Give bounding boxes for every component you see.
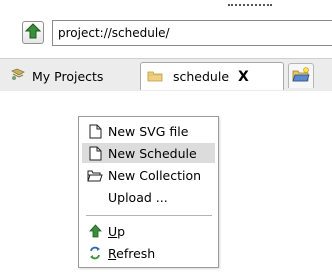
menu-item-upload[interactable]: Upload ... <box>82 187 215 207</box>
menu-separator <box>86 215 212 216</box>
refresh-icon <box>87 245 103 261</box>
label-rest: p <box>117 223 126 239</box>
go-up-button[interactable] <box>22 21 44 44</box>
document-icon <box>87 123 103 139</box>
projects-icon <box>10 68 26 85</box>
tab-schedule-label: schedule <box>173 69 230 84</box>
document-icon <box>87 145 103 161</box>
tab-my-projects[interactable]: My Projects <box>6 64 140 88</box>
up-arrow-icon <box>87 223 103 239</box>
menu-item-label: New Schedule <box>108 145 197 161</box>
mnemonic-letter: R <box>108 245 117 261</box>
new-tab-button[interactable] <box>288 63 314 88</box>
tab-strip: My Projects schedule X <box>0 58 332 91</box>
tab-schedule[interactable]: schedule X <box>140 62 284 90</box>
open-folder-icon <box>87 167 103 183</box>
menu-item-new-collection[interactable]: New Collection <box>82 165 215 185</box>
address-bar <box>0 10 332 58</box>
tab-my-projects-label: My Projects <box>32 68 104 84</box>
drag-handle[interactable] <box>228 4 272 8</box>
menu-item-label: New Collection <box>108 167 202 183</box>
close-tab-icon[interactable]: X <box>238 70 249 84</box>
menu-item-label: Refresh <box>108 246 155 261</box>
label-rest: efresh <box>116 245 156 261</box>
context-menu: New SVG file New Schedule New Collection… <box>78 116 219 268</box>
menu-item-refresh[interactable]: Refresh <box>82 243 215 263</box>
mnemonic-letter: U <box>108 223 118 239</box>
menu-item-label: New SVG file <box>108 123 189 139</box>
menu-item-new-svg-file[interactable]: New SVG file <box>82 121 215 141</box>
menu-item-label: Up <box>108 224 125 239</box>
address-input[interactable] <box>52 20 332 46</box>
folder-icon <box>147 69 163 85</box>
menu-item-new-schedule[interactable]: New Schedule <box>82 143 215 163</box>
up-arrow-icon <box>24 23 42 42</box>
menu-item-label: Upload ... <box>108 189 168 205</box>
menu-item-up[interactable]: Up <box>82 221 215 241</box>
new-tab-folder-icon <box>292 67 310 85</box>
